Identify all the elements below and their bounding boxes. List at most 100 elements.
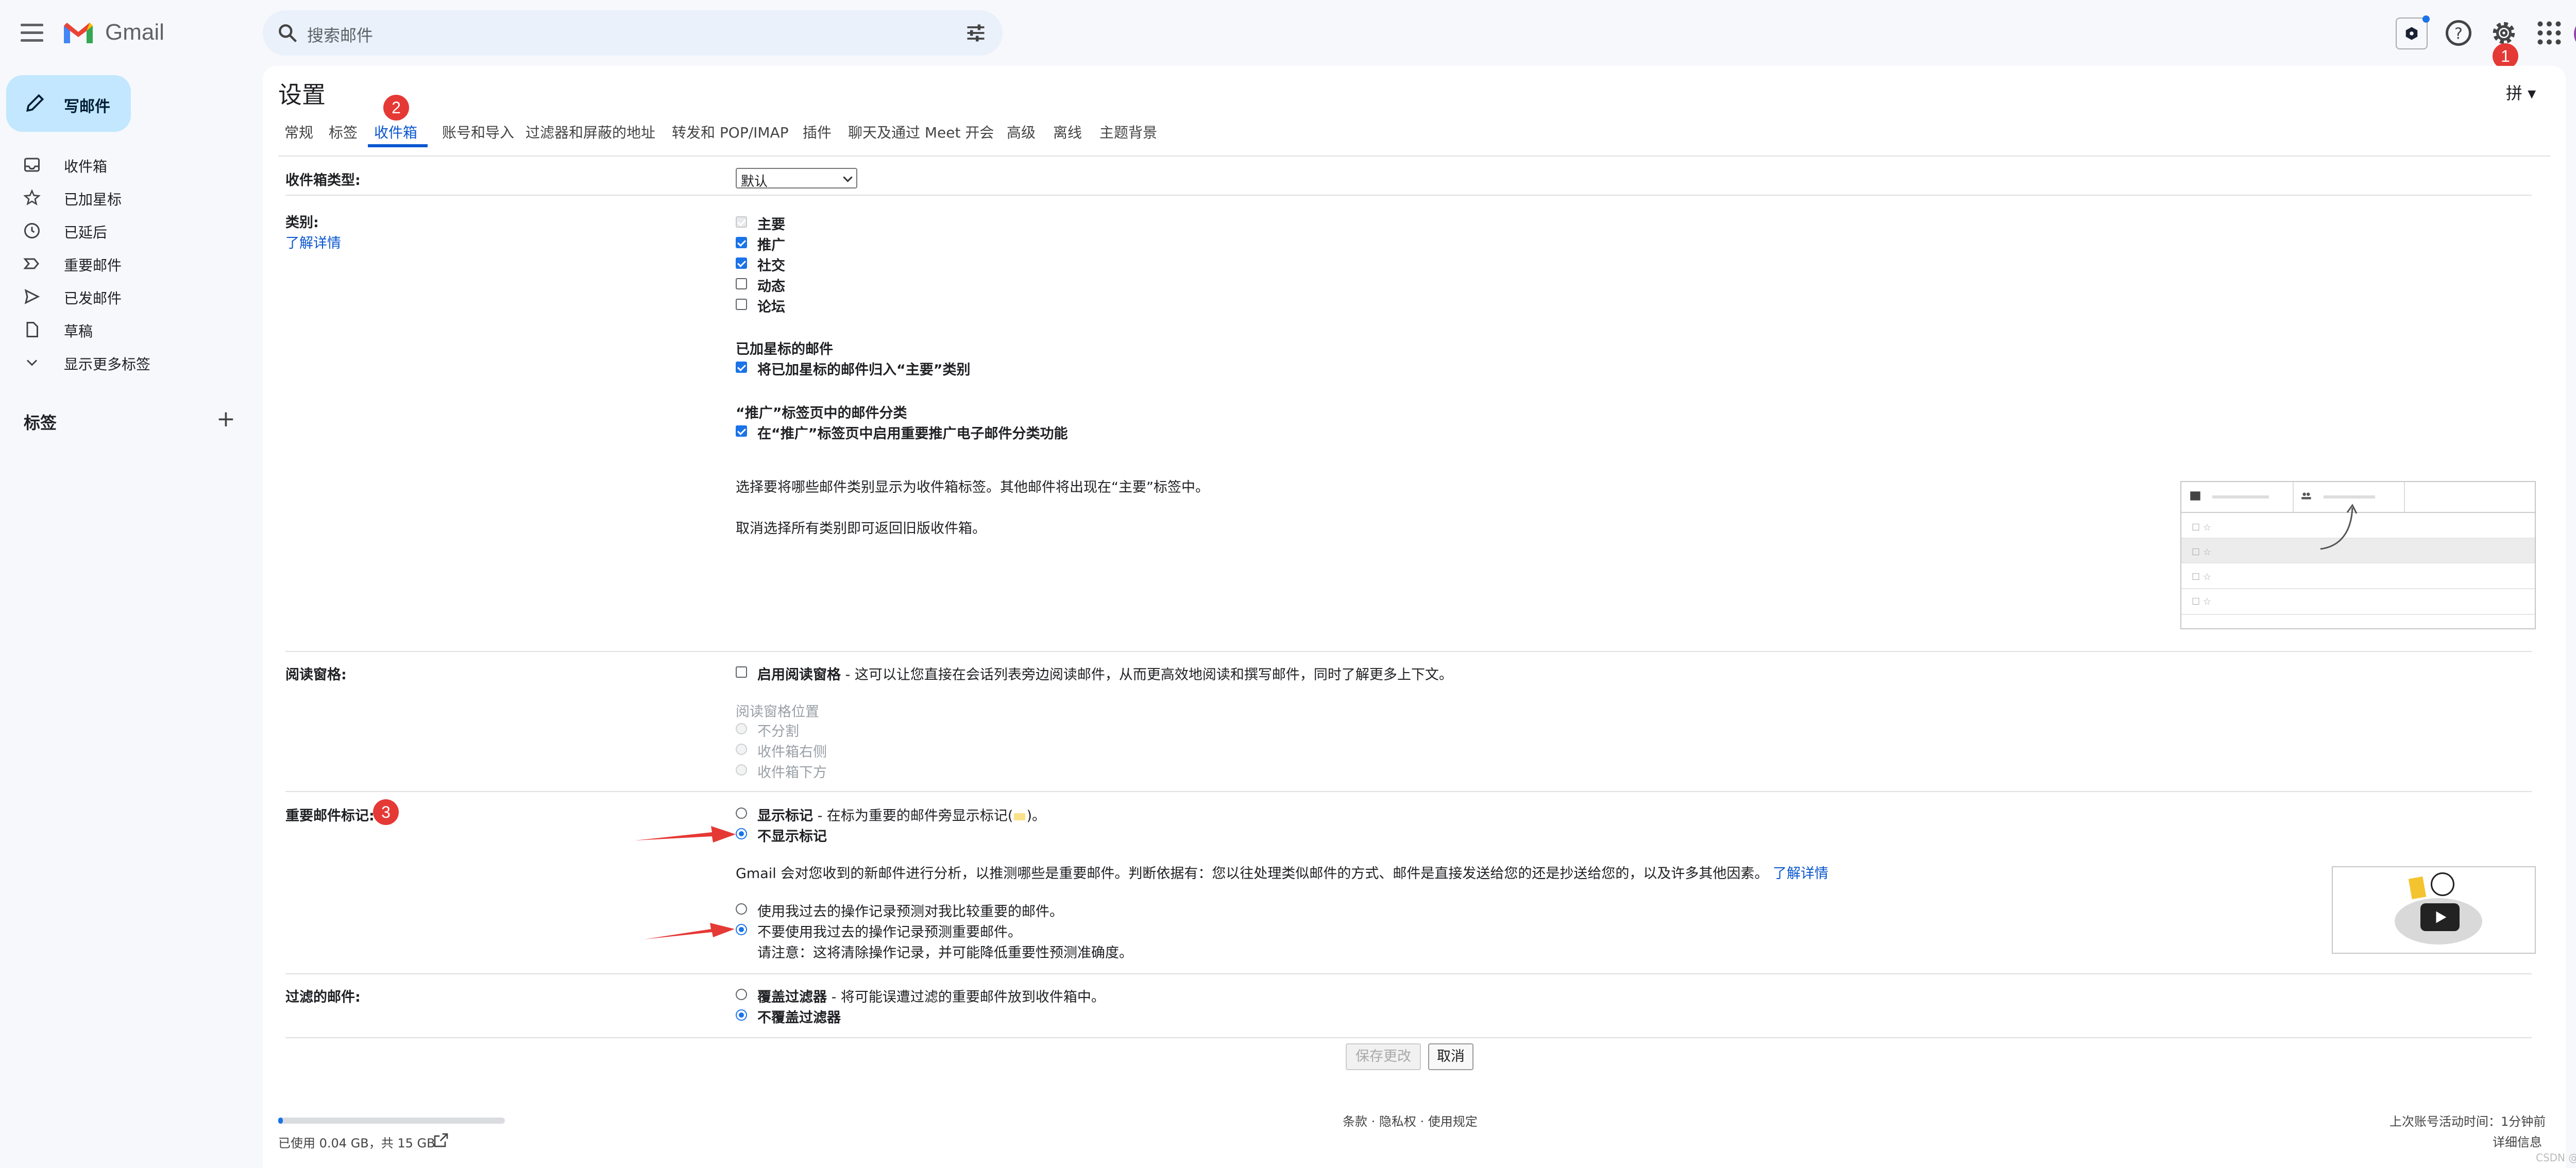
annotation-arrow-icon	[635, 826, 736, 843]
tab-themes[interactable]: 主题背景	[1099, 122, 1157, 142]
reading-pane-no-split-radio	[736, 723, 747, 734]
inbox-type-select[interactable]: 默认	[736, 168, 857, 190]
tab-chat-meet[interactable]: 聊天及通过 Meet 开会	[848, 122, 994, 142]
save-changes-button[interactable]: 保存更改	[1346, 1043, 1421, 1070]
no-override-filters-label: 不覆盖过滤器	[757, 1010, 841, 1026]
show-markers-end: )。	[1026, 808, 1046, 824]
sidebar-item-label: 已延后	[64, 224, 108, 241]
categories-learn-more-link[interactable]: 了解详情	[285, 232, 341, 252]
account-avatar[interactable]: 乐辉	[2574, 18, 2576, 50]
reading-pane-label: 阅读窗格:	[285, 667, 347, 683]
tab-inbox[interactable]: 收件箱	[374, 122, 417, 142]
tab-filters[interactable]: 过滤器和屏蔽的地址	[526, 122, 655, 142]
no-history-radio[interactable]	[736, 924, 747, 935]
inbox-type-label: 收件箱类型:	[285, 173, 361, 188]
input-method-indicator[interactable]: 拼 ▾	[2506, 80, 2536, 104]
category-promotions-checkbox[interactable]	[736, 237, 747, 248]
show-markers-radio[interactable]	[736, 808, 747, 819]
importance-description-text: Gmail 会对您收到的新邮件进行分析，以推测哪些是重要邮件。判断依据有：您以往…	[736, 866, 1769, 882]
storage-usage-fill	[278, 1118, 283, 1124]
sidebar-item-more[interactable]: 显示更多标签	[0, 347, 247, 378]
inbox-icon	[24, 158, 40, 172]
importance-video-thumbnail[interactable]	[2332, 866, 2536, 954]
search-bar[interactable]: 搜索邮件	[263, 10, 1003, 56]
watermark: CSDN @追梦的蜗牛	[2536, 1152, 2576, 1164]
category-label: 社交	[757, 258, 785, 274]
search-icon[interactable]	[276, 22, 299, 44]
search-input[interactable]: 搜索邮件	[307, 23, 373, 46]
storage-usage-bar	[278, 1118, 505, 1124]
reading-pane-enable-label: 启用阅读窗格	[757, 667, 841, 683]
reading-pane-checkbox[interactable]	[736, 666, 747, 678]
promo-important-checkbox[interactable]	[736, 425, 747, 437]
main-menu-icon[interactable]	[21, 24, 43, 42]
no-override-filters-radio[interactable]	[736, 1009, 747, 1021]
chevron-down-icon	[26, 359, 38, 366]
category-label: 动态	[757, 279, 785, 295]
sidebar-item-snoozed[interactable]: 已延后	[0, 215, 247, 246]
importance-description: Gmail 会对您收到的新邮件进行分析，以推测哪些是重要邮件。判断依据有：您以往…	[736, 862, 1828, 882]
gmail-logo-icon[interactable]	[62, 21, 95, 45]
tab-forwarding-pop-imap[interactable]: 转发和 POP/IMAP	[672, 122, 789, 142]
tab-offline[interactable]: 离线	[1053, 122, 1082, 142]
tab-addons[interactable]: 插件	[803, 122, 832, 142]
apps-grid-icon[interactable]	[2534, 18, 2565, 48]
categories-label: 类别:	[285, 215, 319, 231]
sidebar-item-inbox[interactable]: 收件箱	[0, 149, 247, 180]
settings-panel: 设置 拼 ▾ 2 常规 标签 收件箱 账号和导入 过滤器和屏蔽的地址 转发和 P…	[263, 66, 2576, 1168]
use-history-label: 使用我过去的操作记录预测对我比较重要的邮件。	[757, 904, 1063, 920]
tab-labels[interactable]: 标签	[329, 122, 358, 142]
tab-active-underline	[368, 144, 428, 147]
sidebar-item-important[interactable]: 重要邮件	[0, 248, 247, 279]
importance-learn-more-link[interactable]: 了解详情	[1773, 866, 1828, 882]
details-link[interactable]: 详细信息	[2493, 1132, 2542, 1150]
history-note: 请注意：这将清除操作记录，并可能降低重要性预测准确度。	[757, 945, 1133, 961]
cancel-button[interactable]: 取消	[1428, 1043, 1473, 1070]
override-filters-option: 覆盖过滤器 - 将可能误遭过滤的重要邮件放到收件箱中。	[757, 986, 1105, 1006]
use-history-radio[interactable]	[736, 903, 747, 915]
override-filters-radio[interactable]	[736, 989, 747, 1000]
sidebar-item-starred[interactable]: 已加星标	[0, 182, 247, 213]
starred-heading: 已加星标的邮件	[736, 341, 833, 357]
category-updates-checkbox[interactable]	[736, 278, 747, 289]
add-label-button[interactable]: +	[216, 406, 235, 432]
person-icon	[2431, 872, 2454, 896]
tab-general[interactable]: 常规	[284, 122, 313, 142]
last-activity: 上次账号活动时间：1分钟前	[2389, 1114, 2546, 1129]
help-icon[interactable]: ?	[2443, 18, 2474, 48]
reading-pane-position: 收件箱右侧	[757, 744, 827, 760]
category-forums-checkbox[interactable]	[736, 299, 747, 310]
row-divider	[285, 651, 2532, 652]
star-icon	[23, 189, 41, 205]
sidebar-item-label: 已加星标	[64, 191, 122, 208]
drag-arrow-icon	[2320, 504, 2358, 550]
category-label: 推广	[757, 237, 785, 253]
illustration-tab	[2181, 482, 2294, 512]
important-icon	[23, 258, 39, 269]
sidebar-item-drafts[interactable]: 草稿	[0, 314, 247, 345]
sidebar-item-label: 重要邮件	[64, 257, 122, 274]
categories-note: 选择要将哪些邮件类别显示为收件箱标签。其他邮件将出现在“主要”标签中。	[736, 479, 1209, 495]
importance-markers-label: 重要邮件标记:	[285, 808, 375, 824]
category-social-checkbox[interactable]	[736, 257, 747, 269]
sidebar-item-sent[interactable]: 已发邮件	[0, 281, 247, 312]
external-link-icon[interactable]	[433, 1132, 449, 1148]
tab-accounts-import[interactable]: 账号和导入	[442, 122, 514, 142]
chevron-down-icon	[843, 173, 853, 182]
inbox-icon	[2190, 491, 2200, 501]
tab-advanced[interactable]: 高级	[1007, 122, 1036, 142]
reading-pane-description: - 这可以让您直接在会话列表旁边阅读邮件，从而更高效地阅读和撰写邮件，同时了解更…	[841, 667, 1453, 683]
top-bar: Gmail 搜索邮件 ? 乐辉 1	[0, 0, 2576, 69]
extension-icon[interactable]	[2396, 15, 2430, 49]
people-icon	[2301, 492, 2311, 500]
compose-button[interactable]: 写邮件	[6, 75, 131, 132]
starred-primary-checkbox[interactable]	[736, 362, 747, 373]
category-label: 论坛	[757, 299, 785, 315]
tabs-divider	[278, 156, 2550, 157]
sidebar-item-label: 显示更多标签	[64, 356, 151, 373]
annotation-arrow-icon	[644, 923, 735, 939]
search-options-icon[interactable]	[964, 22, 987, 44]
inbox-tabs-illustration: ☐ ☆ ☐ ☆ ☐ ☆ ☐ ☆	[2180, 481, 2536, 629]
footer-links[interactable]: 条款 · 隐私权 · 使用规定	[1343, 1111, 1478, 1129]
app-name: Gmail	[105, 20, 164, 45]
